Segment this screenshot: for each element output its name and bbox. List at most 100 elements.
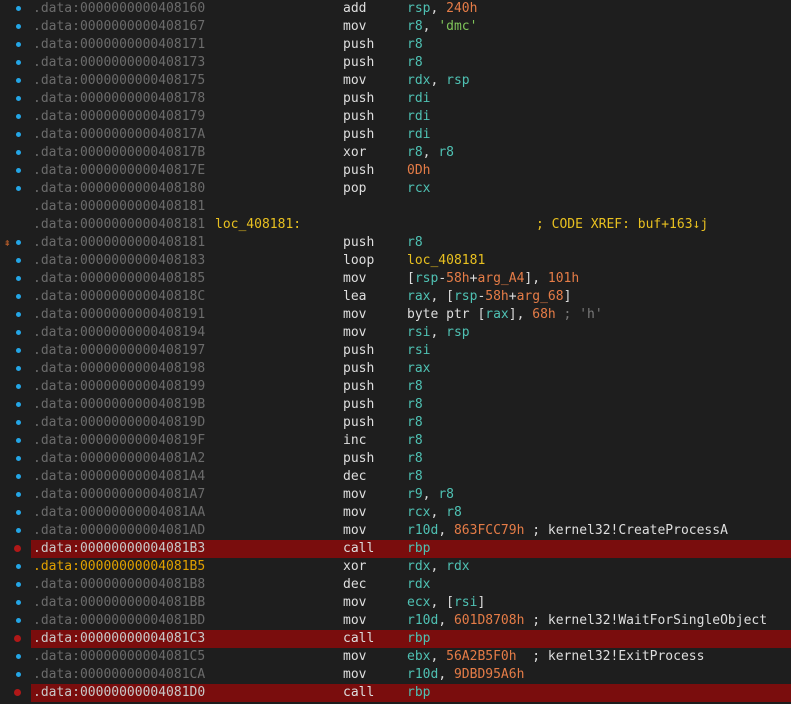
listing-row[interactable]: .data:0000000000408194 mov rsi, rsp xyxy=(0,324,791,342)
gutter-dot-icon[interactable] xyxy=(16,96,21,101)
operand-reg[interactable]: rsp xyxy=(454,289,477,304)
operand-reg[interactable]: ecx xyxy=(407,595,430,610)
operand-reg[interactable]: r8 xyxy=(407,451,423,466)
gutter-dot-icon[interactable] xyxy=(16,564,21,569)
code-label[interactable]: loc_408181: xyxy=(215,216,301,234)
operand-reg[interactable]: rcx xyxy=(407,505,430,520)
operand-reg[interactable]: rsp xyxy=(407,1,430,16)
breakpoint-row[interactable]: .data:00000000004081D0 call rbp xyxy=(0,684,791,702)
operand-reg[interactable]: r8 xyxy=(438,487,454,502)
listing-row[interactable]: .data:0000000000408180 pop rcx xyxy=(0,180,791,198)
gutter-dot-icon[interactable] xyxy=(16,6,21,11)
operand-reg[interactable]: rdi xyxy=(407,127,430,142)
operand-reg[interactable]: ebx xyxy=(407,649,430,664)
gutter-dot-icon[interactable] xyxy=(16,456,21,461)
operand-reg[interactable]: rdx xyxy=(407,577,430,592)
listing-row[interactable]: .data:00000000004081BB mov ecx, [rsi] xyxy=(0,594,791,612)
gutter-dot-icon[interactable] xyxy=(16,240,21,245)
listing-row[interactable]: .data:000000000040819B push r8 xyxy=(0,396,791,414)
gutter-dot-icon[interactable] xyxy=(16,420,21,425)
listing-row[interactable]: .data:0000000000408173 push r8 xyxy=(0,54,791,72)
gutter-dot-icon[interactable] xyxy=(16,492,21,497)
operand-reg[interactable]: r10d xyxy=(407,667,438,682)
gutter-dot-icon[interactable] xyxy=(16,168,21,173)
gutter-dot-icon[interactable] xyxy=(16,60,21,65)
gutter-dot-icon[interactable] xyxy=(16,582,21,587)
operand-reg[interactable]: rsp xyxy=(446,73,469,88)
operand-reg[interactable]: r8 xyxy=(407,55,423,70)
disassembly-listing[interactable]: .data:0000000000408160 add rsp, 240h .data:… xyxy=(0,0,791,704)
operand-reg[interactable]: r8 xyxy=(407,469,423,484)
listing-row[interactable]: .data:0000000000408197 push rsi xyxy=(0,342,791,360)
listing-row[interactable]: .data:000000000040819D push r8 xyxy=(0,414,791,432)
listing-row[interactable]: .data:00000000004081AA mov rcx, r8 xyxy=(0,504,791,522)
operand-reg[interactable]: rax xyxy=(407,289,430,304)
operand-reg[interactable]: r10d xyxy=(407,523,438,538)
gutter-dot-icon[interactable] xyxy=(16,384,21,389)
listing-row[interactable]: .data:0000000000408185 mov [rsp-58h+arg_A4… xyxy=(0,270,791,288)
operand-reg[interactable]: r8 xyxy=(407,415,423,430)
listing-row[interactable]: .data:0000000000408191 mov byte ptr [rax],… xyxy=(0,306,791,324)
operand-reg[interactable]: rcx xyxy=(407,181,430,196)
operand-reg[interactable]: r8 xyxy=(407,37,423,52)
gutter-dot-icon[interactable] xyxy=(16,114,21,119)
breakpoint-icon[interactable] xyxy=(14,689,21,696)
gutter-dot-icon[interactable] xyxy=(16,672,21,677)
gutter-dot-icon[interactable] xyxy=(16,600,21,605)
operand-reg[interactable]: rdx xyxy=(407,73,430,88)
operand-reg[interactable]: r8 xyxy=(407,235,423,250)
listing-row[interactable]: .data:0000000000408160 add rsp, 240h xyxy=(0,0,791,18)
operand-reg[interactable]: rbp xyxy=(407,631,430,646)
operand-reg[interactable]: rdi xyxy=(407,109,430,124)
listing-row[interactable]: .data:000000000040819F inc r8 xyxy=(0,432,791,450)
operand-reg[interactable]: r8 xyxy=(407,145,423,160)
gutter-dot-icon[interactable] xyxy=(16,528,21,533)
listing-row[interactable]: .data:0000000000408181 loc_408181: ; CODE … xyxy=(0,216,791,234)
listing-row[interactable]: .data:00000000004081A2 push r8 xyxy=(0,450,791,468)
gutter-dot-icon[interactable] xyxy=(16,258,21,263)
operand-reg[interactable]: r9 xyxy=(407,487,423,502)
listing-row[interactable]: .data:00000000004081C5 mov ebx, 56A2B5F0h … xyxy=(0,648,791,666)
code-xref-comment[interactable]: ; CODE XREF: buf+163↓j xyxy=(536,216,708,234)
operand-reg[interactable]: r8 xyxy=(407,433,423,448)
listing-row[interactable]: .data:0000000000408175 mov rdx, rsp xyxy=(0,72,791,90)
listing-row[interactable]: .data:00000000004081BD mov r10d, 601D8708h… xyxy=(0,612,791,630)
listing-row[interactable]: .data:0000000000408181 xyxy=(0,198,791,216)
gutter-dot-icon[interactable] xyxy=(16,348,21,353)
operand-reg[interactable]: rsi xyxy=(407,325,430,340)
gutter-dot-icon[interactable] xyxy=(16,312,21,317)
operand-reg[interactable]: rdx xyxy=(407,559,430,574)
operand-reg[interactable]: r10d xyxy=(407,613,438,628)
operand-reg[interactable]: r8 xyxy=(407,379,423,394)
listing-row[interactable]: .data:0000000000408198 push rax xyxy=(0,360,791,378)
listing-row[interactable]: .data:000000000040818C lea rax, [rsp-58h+a… xyxy=(0,288,791,306)
gutter-dot-icon[interactable] xyxy=(16,402,21,407)
listing-row[interactable]: .data:00000000004081A4 dec r8 xyxy=(0,468,791,486)
breakpoint-icon[interactable] xyxy=(14,635,21,642)
operand-reg[interactable]: rbp xyxy=(407,685,430,700)
current-row[interactable]: .data:00000000004081B5 xor rdx, rdx xyxy=(0,558,791,576)
listing-row[interactable]: .data:00000000004081CA mov r10d, 9DBD95A6h xyxy=(0,666,791,684)
listing-row[interactable]: ⇞ .data:0000000000408181 push r8 xyxy=(0,234,791,252)
operand-reg[interactable]: r8 xyxy=(438,145,454,160)
gutter-dot-icon[interactable] xyxy=(16,276,21,281)
listing-row[interactable]: .data:000000000040817E push 0Dh xyxy=(0,162,791,180)
operand-reg[interactable]: rsi xyxy=(407,343,430,358)
operand-reg[interactable]: rbp xyxy=(407,541,430,556)
listing-row[interactable]: .data:0000000000408167 mov r8, 'dmc' xyxy=(0,18,791,36)
listing-row[interactable]: .data:0000000000408179 push rdi xyxy=(0,108,791,126)
gutter-dot-icon[interactable] xyxy=(16,294,21,299)
gutter-dot-icon[interactable] xyxy=(16,150,21,155)
listing-row[interactable]: .data:0000000000408183 loop loc_408181 xyxy=(0,252,791,270)
breakpoint-row[interactable]: .data:00000000004081B3 call rbp xyxy=(0,540,791,558)
gutter-dot-icon[interactable] xyxy=(16,474,21,479)
gutter-dot-icon[interactable] xyxy=(16,366,21,371)
breakpoint-icon[interactable] xyxy=(14,545,21,552)
listing-row[interactable]: .data:00000000004081B8 dec rdx xyxy=(0,576,791,594)
operand-reg[interactable]: rsp xyxy=(415,271,438,286)
breakpoint-row[interactable]: .data:00000000004081C3 call rbp xyxy=(0,630,791,648)
gutter-dot-icon[interactable] xyxy=(16,24,21,29)
operand-reg[interactable]: rax xyxy=(407,361,430,376)
operand-ident[interactable]: loc_408181 xyxy=(407,253,485,268)
listing-row[interactable]: .data:0000000000408171 push r8 xyxy=(0,36,791,54)
